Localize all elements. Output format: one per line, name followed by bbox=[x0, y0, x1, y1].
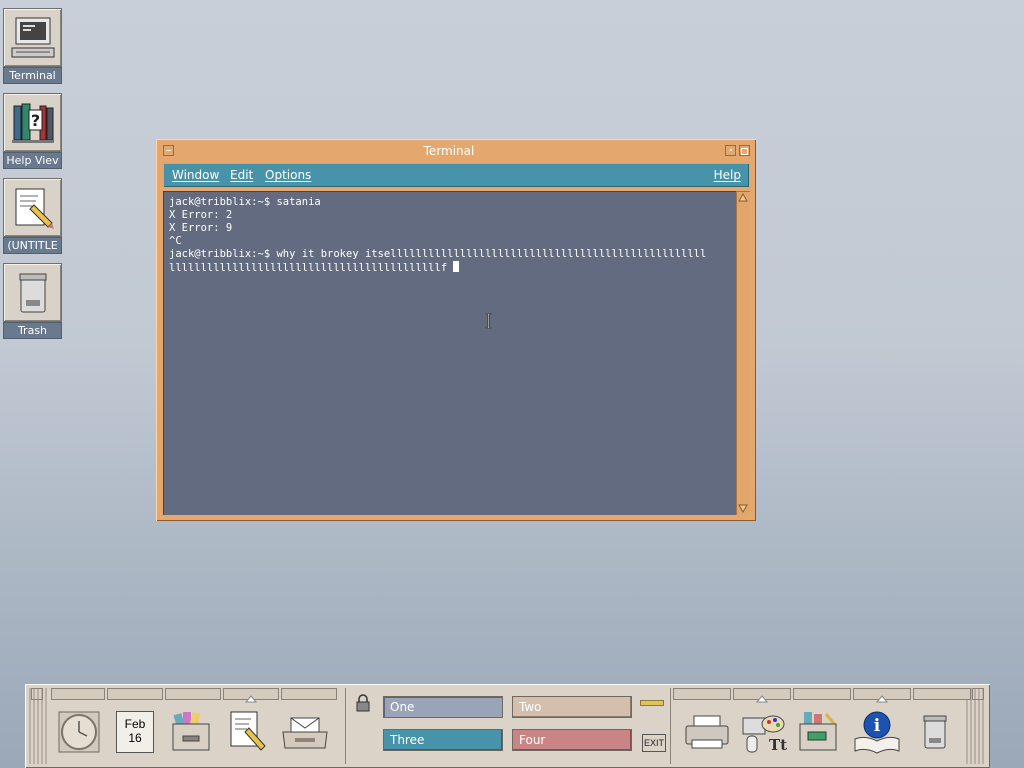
text-editor-control[interactable] bbox=[221, 704, 273, 760]
front-panel: Feb 16 One Two Three Four EXIT Tt i bbox=[25, 684, 990, 768]
subpanel-tab[interactable] bbox=[165, 688, 221, 700]
mail-tray-icon bbox=[282, 717, 328, 749]
printer-control[interactable] bbox=[681, 704, 733, 760]
trash-can-icon bbox=[923, 715, 947, 749]
subpanel-tab[interactable] bbox=[673, 688, 731, 700]
desktop-icon-label: Help Viev bbox=[3, 152, 62, 169]
svg-text:?: ? bbox=[30, 111, 39, 130]
desktop-icon-label: (UNTITLE bbox=[3, 237, 62, 254]
subpanel-tab[interactable] bbox=[913, 688, 971, 700]
info-book-icon: i bbox=[854, 711, 900, 754]
application-manager-control[interactable] bbox=[793, 704, 845, 760]
menu-help[interactable]: Help bbox=[714, 167, 741, 183]
help-books-icon: ? bbox=[11, 103, 54, 143]
svg-text:Tt: Tt bbox=[769, 736, 787, 754]
subpanel-tab[interactable] bbox=[281, 688, 337, 700]
menu-window[interactable]: Window bbox=[172, 167, 219, 183]
menu-options[interactable]: Options bbox=[265, 167, 311, 183]
workspace-button-four[interactable]: Four bbox=[512, 729, 632, 751]
exit-label: EXIT bbox=[643, 738, 664, 748]
subpanel-tab[interactable] bbox=[793, 688, 851, 700]
terminal-output-area[interactable]: jack@tribblix:~$ satania X Error: 2 X Er… bbox=[163, 191, 743, 515]
workspace-label: Four bbox=[519, 733, 546, 747]
workspace-label: One bbox=[390, 700, 415, 714]
clock-control[interactable] bbox=[53, 704, 105, 760]
text-note-pencil-icon bbox=[230, 711, 266, 751]
subpanel-tab[interactable] bbox=[51, 688, 105, 700]
workspace-switch: One Two Three Four EXIT bbox=[345, 688, 671, 764]
scroll-down-arrow-icon[interactable] bbox=[738, 504, 748, 513]
scroll-up-arrow-icon[interactable] bbox=[738, 193, 748, 202]
subpanel-tab[interactable] bbox=[223, 688, 279, 703]
window-menu-button[interactable] bbox=[163, 145, 174, 156]
help-manager-control[interactable]: i bbox=[851, 704, 903, 760]
terminal-text: jack@tribblix:~$ satania X Error: 2 X Er… bbox=[169, 196, 731, 275]
vertical-scrollbar[interactable] bbox=[736, 191, 750, 515]
lock-icon[interactable] bbox=[356, 694, 370, 712]
desktop-icon-help-viewer[interactable]: ? Help Viev bbox=[3, 93, 62, 169]
desktop-icon-terminal[interactable]: Terminal bbox=[3, 8, 62, 84]
menu-bar: Window Edit Options Help bbox=[163, 163, 749, 187]
minimize-button[interactable] bbox=[725, 145, 736, 156]
exit-button[interactable]: EXIT bbox=[642, 734, 666, 752]
desktop-icon-label: Trash bbox=[3, 322, 62, 339]
trash-control[interactable] bbox=[909, 704, 961, 760]
workspace-button-two[interactable]: Two bbox=[512, 696, 632, 718]
style-manager-icon: Tt bbox=[742, 715, 787, 754]
calendar-month: Feb bbox=[124, 717, 146, 731]
workspace-button-three[interactable]: Three bbox=[383, 729, 503, 751]
terminal-line: X Error: 2 bbox=[169, 209, 233, 221]
calendar-icon: Feb 16 bbox=[116, 711, 154, 753]
panel-minimize-button[interactable] bbox=[972, 688, 984, 700]
application-manager-icon bbox=[799, 712, 838, 751]
file-manager-control[interactable] bbox=[165, 704, 217, 760]
terminal-line: ^C bbox=[169, 235, 182, 247]
text-note-pencil-icon bbox=[15, 188, 54, 229]
terminal-line: jack@tribblix:~$ why it brokey itselllll… bbox=[169, 248, 707, 260]
text-cursor bbox=[453, 261, 460, 272]
i-beam-pointer-icon bbox=[485, 313, 492, 329]
subpanel-tab[interactable] bbox=[733, 688, 791, 703]
printer-icon bbox=[685, 715, 729, 749]
busy-light bbox=[640, 700, 664, 706]
terminal-line: X Error: 9 bbox=[169, 222, 233, 234]
svg-text:i: i bbox=[874, 716, 881, 736]
desktop-icon-trash[interactable]: Trash bbox=[3, 263, 62, 339]
window-title: Terminal bbox=[423, 144, 475, 158]
file-drawer-icon bbox=[172, 712, 210, 751]
panel-menu-button[interactable] bbox=[31, 688, 43, 700]
trash-can-icon bbox=[19, 273, 46, 312]
subpanel-arrow-icon bbox=[875, 695, 889, 703]
terminal-computer-icon bbox=[11, 17, 54, 57]
menu-edit[interactable]: Edit bbox=[230, 167, 253, 183]
subpanel-tab[interactable] bbox=[853, 688, 911, 703]
subpanel-arrow-icon bbox=[755, 695, 769, 703]
clock-icon bbox=[58, 711, 100, 753]
style-manager-control[interactable]: Tt bbox=[737, 704, 789, 760]
mailer-control[interactable] bbox=[279, 704, 331, 760]
terminal-window[interactable]: Terminal Window Edit Options Help jack@t… bbox=[156, 139, 756, 521]
subpanel-arrow-icon bbox=[244, 695, 258, 703]
workspace-label: Two bbox=[519, 700, 542, 714]
workspace-button-one[interactable]: One bbox=[383, 696, 503, 718]
calendar-control[interactable]: Feb 16 bbox=[109, 704, 161, 760]
desktop-icon-label: Terminal bbox=[3, 67, 62, 84]
calendar-day: 16 bbox=[128, 731, 142, 745]
terminal-line: jack@tribblix:~$ satania bbox=[169, 196, 321, 208]
terminal-line: llllllllllllllllllllllllllllllllllllllll… bbox=[169, 262, 454, 274]
desktop-icon-untitled-note[interactable]: (UNTITLE bbox=[3, 178, 62, 254]
subpanel-tab[interactable] bbox=[107, 688, 163, 700]
maximize-button[interactable] bbox=[739, 145, 750, 156]
workspace-label: Three bbox=[390, 733, 425, 747]
